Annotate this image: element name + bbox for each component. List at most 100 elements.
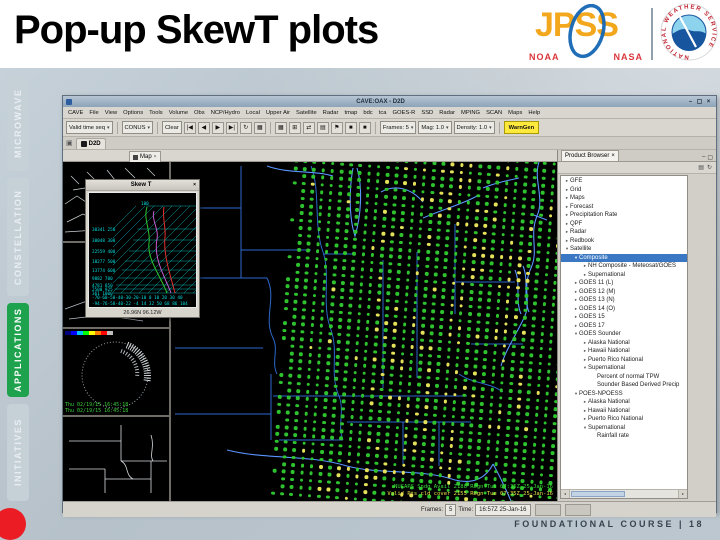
tree-item-nh-composite-meteosat-goes[interactable]: ▸ NH Composite - Meteosat/GOES xyxy=(561,262,687,271)
main-map[interactable]: NUCAPS Sndg Avail 2188 Regn Tue 07:35Z 2… xyxy=(171,162,557,501)
tree-item-grid[interactable]: ▸ Grid xyxy=(561,186,687,195)
sidebar-item-applications[interactable]: APPLICATIONS xyxy=(7,303,29,397)
tree-item-supernational[interactable]: ▸ Supernational xyxy=(561,271,687,280)
tool-button-6[interactable]: ■ xyxy=(358,121,371,134)
density-dropdown[interactable]: Density: 1.0 ▾ xyxy=(453,121,495,134)
scroll-left-icon[interactable]: ◂ xyxy=(561,490,570,498)
sidebar-item-constellation[interactable]: CONSTELLATION xyxy=(7,178,29,296)
tree-item-qpf[interactable]: ▸ QPF xyxy=(561,220,687,229)
menu-radar[interactable]: Radar xyxy=(436,110,458,116)
scrollbar-thumb[interactable] xyxy=(571,491,625,497)
mag-dropdown[interactable]: Mag: 1.0 ▾ xyxy=(418,121,452,134)
minimize-button[interactable]: – xyxy=(686,99,695,105)
valid-time-dropdown[interactable]: Valid time seq ▾ xyxy=(66,121,113,134)
close-icon[interactable]: × xyxy=(611,153,615,159)
side-pane-map-3[interactable] xyxy=(63,417,169,501)
close-icon[interactable]: × xyxy=(154,154,157,160)
folder-icon[interactable]: ▣ xyxy=(66,138,73,149)
view-maximize-icon[interactable]: ▢ xyxy=(707,154,713,161)
menu-tca[interactable]: tca xyxy=(376,110,390,116)
tree-item-satellite[interactable]: ▾ Satellite xyxy=(561,245,687,254)
menu-ncp-hydro[interactable]: NCP/Hydro xyxy=(208,110,243,116)
tree-item-goes-15[interactable]: ▸ GOES 15 xyxy=(561,313,687,322)
sidebar-item-microwave[interactable]: MICROWAVE xyxy=(7,76,29,171)
refresh-icon[interactable]: ↻ xyxy=(707,164,712,171)
tree-item-goes-sounder[interactable]: ▾ GOES Sounder xyxy=(561,330,687,339)
tool-button-0[interactable]: ▦ xyxy=(274,121,287,134)
menu-upper-air[interactable]: Upper Air xyxy=(263,110,293,116)
menu-satellite[interactable]: Satellite xyxy=(293,110,320,116)
tab-product-browser[interactable]: Product Browser × xyxy=(561,150,619,161)
tree-item-goes-12-m-[interactable]: ▸ GOES 12 (M) xyxy=(561,288,687,297)
maximize-button[interactable]: ▢ xyxy=(695,98,704,105)
tree-item-puerto-rico-national[interactable]: ▸ Puerto Rico National xyxy=(561,356,687,365)
menu-file[interactable]: File xyxy=(86,110,101,116)
nucaps-sounding-dots[interactable] xyxy=(270,162,557,501)
menu-tmap[interactable]: tmap xyxy=(341,110,360,116)
menu-scan[interactable]: SCAN xyxy=(483,110,505,116)
tree-item-percent-of-normal-tpw[interactable]: Percent of normal TPW xyxy=(561,373,687,382)
tree-item-hawaii-national[interactable]: ▸ Hawaii National xyxy=(561,407,687,416)
tree-item-rainfall-rate[interactable]: Rainfall rate xyxy=(561,432,687,441)
window-titlebar[interactable]: CAVE:OAX - D2D – ▢ × xyxy=(63,96,716,107)
tree-item-radar[interactable]: ▸ Radar xyxy=(561,228,687,237)
frame-nav-button-2[interactable]: ▶ xyxy=(211,121,224,134)
frame-nav-button-3[interactable]: ▶| xyxy=(225,121,238,134)
tab-d2d[interactable]: D2D xyxy=(75,138,106,149)
tree-item-supernational[interactable]: ▾ Supernational xyxy=(561,364,687,373)
scroll-right-icon[interactable]: ▸ xyxy=(678,490,687,498)
warngen-button[interactable]: WarnGen xyxy=(503,121,540,134)
tree-item-composite[interactable]: ▾ Composite xyxy=(561,253,687,262)
menu-ssd[interactable]: SSD xyxy=(418,110,436,116)
menu-tools[interactable]: Tools xyxy=(146,110,166,116)
frame-nav-button-0[interactable]: |◀ xyxy=(183,121,196,134)
tree-item-sounder-based-derived-precip[interactable]: Sounder Based Derived Precip xyxy=(561,381,687,390)
menu-bdc[interactable]: bdc xyxy=(360,110,375,116)
sidebar-item-initiatives[interactable]: INITIATIVES xyxy=(7,404,29,501)
tree-item-goes-11-l-[interactable]: ▸ GOES 11 (L) xyxy=(561,279,687,288)
skewt-popup[interactable]: Skew T × 100 -70-60-50-40-30-20-10 0 10 … xyxy=(85,179,200,318)
tool-button-1[interactable]: ⊞ xyxy=(288,121,301,134)
menu-view[interactable]: View xyxy=(102,110,120,116)
collapse-all-icon[interactable]: ▤ xyxy=(698,164,704,171)
tree-item-forecast[interactable]: ▸ Forecast xyxy=(561,203,687,212)
view-minimize-icon[interactable]: – xyxy=(702,154,705,161)
menu-cave[interactable]: CAVE xyxy=(65,110,86,116)
menu-radar[interactable]: Radar xyxy=(320,110,342,116)
skewt-titlebar[interactable]: Skew T × xyxy=(86,180,199,191)
tree-item-maps[interactable]: ▸ Maps xyxy=(561,194,687,203)
menu-mping[interactable]: MPING xyxy=(458,110,483,116)
tree-item-alaska-national[interactable]: ▸ Alaska National xyxy=(561,398,687,407)
tree-item-poes-npoess[interactable]: ▾ POES-NPOESS xyxy=(561,390,687,399)
frame-nav-button-5[interactable]: ▦ xyxy=(253,121,266,134)
frames-dropdown[interactable]: Frames: 5 ▾ xyxy=(379,121,417,134)
tree-item-supernational[interactable]: ▾ Supernational xyxy=(561,424,687,433)
frame-nav-button-1[interactable]: ◀ xyxy=(197,121,210,134)
tool-button-4[interactable]: ⚑ xyxy=(330,121,343,134)
tree-item-alaska-national[interactable]: ▸ Alaska National xyxy=(561,339,687,348)
tree-item-redbook[interactable]: ▸ Redbook xyxy=(561,237,687,246)
tool-button-5[interactable]: ■ xyxy=(344,121,357,134)
tree-item-goes-13-n-[interactable]: ▸ GOES 13 (N) xyxy=(561,296,687,305)
menu-maps[interactable]: Maps xyxy=(505,110,525,116)
menu-volume[interactable]: Volume xyxy=(166,110,191,116)
tree-item-puerto-rico-national[interactable]: ▸ Puerto Rico National xyxy=(561,415,687,424)
close-icon[interactable]: × xyxy=(193,182,196,188)
tree-item-hawaii-national[interactable]: ▸ Hawaii National xyxy=(561,347,687,356)
tree-item-gfe[interactable]: ▸ GFE xyxy=(561,177,687,186)
menu-goes-r[interactable]: GOES-R xyxy=(389,110,418,116)
menu-local[interactable]: Local xyxy=(243,110,263,116)
clear-button[interactable]: Clear xyxy=(161,121,182,134)
scale-dropdown[interactable]: CONUS ▾ xyxy=(121,121,153,134)
tree-item-goes-14-o-[interactable]: ▸ GOES 14 (O) xyxy=(561,305,687,314)
close-button[interactable]: × xyxy=(704,99,713,105)
tab-map[interactable]: Map × xyxy=(129,151,161,162)
tool-button-3[interactable]: ▤ xyxy=(316,121,329,134)
frame-nav-button-4[interactable]: ↻ xyxy=(239,121,252,134)
tree-item-goes-17[interactable]: ▸ GOES 17 xyxy=(561,322,687,331)
menu-obs[interactable]: Obs xyxy=(191,110,208,116)
tool-button-2[interactable]: ⇄ xyxy=(302,121,315,134)
tree-item-precipitation-rate[interactable]: ▸ Precipitation Rate xyxy=(561,211,687,220)
menu-options[interactable]: Options xyxy=(120,110,146,116)
menu-help[interactable]: Help xyxy=(525,110,543,116)
